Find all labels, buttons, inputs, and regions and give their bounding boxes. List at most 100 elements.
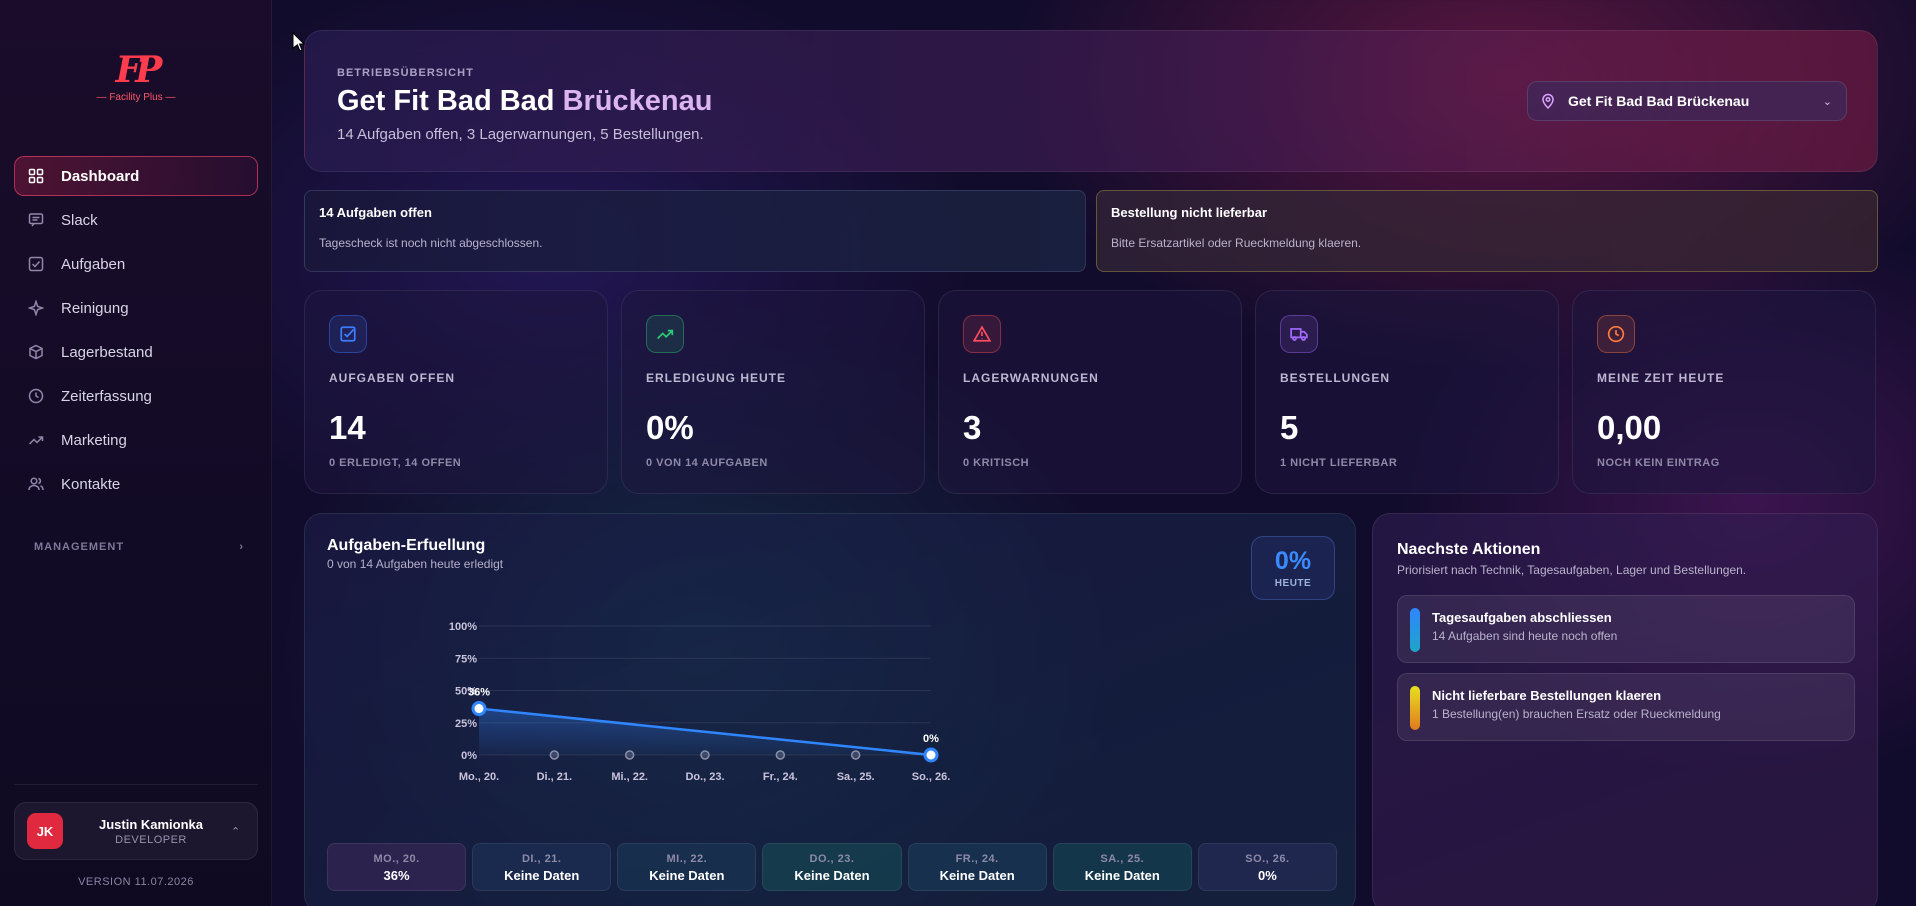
trend-icon: [27, 431, 45, 449]
x-tick-label: Mi., 22.: [611, 771, 648, 783]
day-value: Keine Daten: [939, 868, 1015, 883]
sidebar-item-kontakte[interactable]: Kontakte: [14, 464, 258, 504]
day-cell[interactable]: DO., 23. Keine Daten: [762, 843, 902, 891]
day-name: MO., 20.: [373, 853, 420, 865]
sidebar-item-label: Reinigung: [61, 299, 129, 317]
stat-label: AUFGABEN OFFEN: [329, 371, 455, 385]
location-pin-icon: [1540, 93, 1556, 110]
page-header: BETRIEBSÜBERSICHT Get Fit Bad Bad Brücke…: [304, 30, 1878, 172]
stat-sub: 0 ERLEDIGT, 14 OFFEN: [329, 457, 462, 469]
location-select[interactable]: Get Fit Bad Bad Brückenau ⌄: [1527, 81, 1847, 121]
day-cell[interactable]: DI., 21. Keine Daten: [472, 843, 612, 891]
data-point: [471, 701, 487, 717]
page-subtitle: 14 Aufgaben offen, 3 Lagerwarnungen, 5 B…: [337, 126, 704, 143]
stat-card-my-time-today[interactable]: MEINE ZEIT HEUTE 0,00 NOCH KEIN EINTRAG: [1572, 290, 1876, 494]
sidebar: FP — Facility Plus — Dashboard Slack Auf…: [0, 0, 272, 906]
sidebar-item-aufgaben[interactable]: Aufgaben: [14, 244, 258, 284]
day-name: SO., 26.: [1245, 853, 1290, 865]
user-menu[interactable]: JK Justin Kamionka DEVELOPER ⌃: [14, 802, 258, 860]
stat-card-orders[interactable]: BESTELLUNGEN 5 1 NICHT LIEFERBAR: [1255, 290, 1559, 494]
day-name: DI., 21.: [521, 853, 562, 865]
alert-title: Bestellung nicht lieferbar: [1111, 205, 1268, 220]
sidebar-item-label: Dashboard: [61, 167, 140, 185]
day-name: FR., 24.: [955, 853, 999, 865]
empty-data-point: [549, 750, 560, 760]
avatar: JK: [27, 813, 63, 849]
sidebar-item-reinigung[interactable]: Reinigung: [14, 288, 258, 328]
day-value: 36%: [383, 868, 410, 883]
warning-icon: [963, 315, 1001, 353]
y-tick-label: 25%: [455, 718, 477, 730]
today-value: 0%: [1274, 547, 1312, 575]
alert-title: 14 Aufgaben offen: [319, 205, 432, 220]
stat-label: MEINE ZEIT HEUTE: [1597, 371, 1725, 385]
x-tick-label: Mo., 20.: [459, 771, 499, 783]
day-cell[interactable]: FR., 24. Keine Daten: [907, 843, 1047, 891]
alert-text: Bitte Ersatzartikel oder Rueckmeldung kl…: [1111, 236, 1362, 250]
x-tick-label: Di., 21.: [537, 771, 572, 783]
stat-card-completion-today[interactable]: ERLEDIGUNG HEUTE 0% 0 VON 14 AUFGABEN: [621, 290, 925, 494]
stat-card-stock-warnings[interactable]: LAGERWARNUNGEN 3 0 KRITISCH: [938, 290, 1242, 494]
priority-bar: [1410, 608, 1420, 652]
brand-logo[interactable]: FP — Facility Plus —: [88, 50, 184, 110]
alert-open-tasks[interactable]: 14 Aufgaben offen Tagescheck ist noch ni…: [304, 190, 1086, 272]
users-icon: [27, 475, 45, 493]
logo-text: — Facility Plus —: [96, 92, 176, 103]
sidebar-item-dashboard[interactable]: Dashboard: [14, 156, 258, 196]
action-text: 1 Bestellung(en) brauchen Ersatz oder Ru…: [1432, 707, 1721, 721]
truck-icon: [1280, 315, 1318, 353]
alert-order-unavailable[interactable]: Bestellung nicht lieferbar Bitte Ersatza…: [1096, 190, 1878, 272]
sidebar-item-label: Zeiterfassung: [61, 387, 152, 405]
chart-title: Aufgaben-Erfuellung: [327, 537, 486, 554]
sidebar-item-zeiterfassung[interactable]: Zeiterfassung: [14, 376, 258, 416]
action-item-resolve-orders[interactable]: Nicht lieferbare Bestellungen klaeren 1 …: [1397, 673, 1855, 741]
sidebar-item-lagerbestand[interactable]: Lagerbestand: [14, 332, 258, 372]
data-label: 36%: [468, 687, 490, 699]
stat-sub: 0 KRITISCH: [963, 457, 1030, 469]
action-title: Nicht lieferbare Bestellungen klaeren: [1432, 688, 1662, 703]
today-label: HEUTE: [1274, 578, 1312, 589]
action-title: Tagesaufgaben abschliessen: [1432, 610, 1612, 625]
day-name: MI., 22.: [666, 853, 708, 865]
user-name: Justin Kamionka: [98, 816, 204, 832]
priority-bar: [1410, 686, 1420, 730]
next-actions-panel: Naechste Aktionen Priorisiert nach Techn…: [1372, 513, 1878, 906]
today-badge: 0% HEUTE: [1251, 536, 1335, 600]
box-icon: [27, 343, 45, 361]
sidebar-item-label: Slack: [61, 211, 98, 229]
day-cell[interactable]: SA., 25. Keine Daten: [1052, 843, 1192, 891]
logo-mark: FP: [115, 49, 163, 91]
checkbox-icon: [27, 255, 45, 273]
stat-value: 0,00: [1597, 409, 1662, 446]
chevron-up-icon: ⌃: [231, 825, 241, 838]
day-value: Keine Daten: [1084, 868, 1160, 883]
page-title-main: Get Fit Bad Bad: [337, 85, 555, 117]
y-tick-label: 75%: [455, 653, 477, 665]
sidebar-item-label: Marketing: [61, 431, 127, 449]
stat-card-open-tasks[interactable]: AUFGABEN OFFEN 14 0 ERLEDIGT, 14 OFFEN: [304, 290, 608, 494]
sidebar-divider: [14, 784, 258, 785]
actions-title: Naechste Aktionen: [1397, 541, 1541, 558]
stat-sub: 0 VON 14 AUFGABEN: [646, 457, 768, 469]
action-item-complete-tasks[interactable]: Tagesaufgaben abschliessen 14 Aufgaben s…: [1397, 595, 1855, 663]
sidebar-item-marketing[interactable]: Marketing: [14, 420, 258, 460]
day-cell[interactable]: SO., 26. 0%: [1197, 843, 1337, 891]
x-tick-label: Fr., 24.: [763, 771, 798, 783]
section-label: MANAGEMENT: [34, 541, 125, 553]
day-summary-row: MO., 20. 36% DI., 21. Keine Daten MI., 22.…: [327, 843, 1337, 891]
day-cell[interactable]: MO., 20. 36%: [327, 843, 467, 891]
alert-text: Tagescheck ist noch nicht abgeschlossen.: [319, 236, 543, 250]
day-value: Keine Daten: [649, 868, 725, 883]
actions-subtitle: Priorisiert nach Technik, Tagesaufgaben,…: [1397, 563, 1747, 577]
clock-icon: [27, 387, 45, 405]
y-tick-label: 100%: [449, 621, 477, 633]
mouse-cursor-icon: [292, 32, 306, 52]
x-tick-label: Do., 23.: [685, 771, 724, 783]
chevron-down-icon: ⌄: [1822, 95, 1832, 108]
page-title: Get Fit Bad Bad Brückenau: [337, 85, 712, 118]
day-cell[interactable]: MI., 22. Keine Daten: [617, 843, 757, 891]
page-title-accent: Brückenau: [562, 85, 713, 117]
sidebar-item-slack[interactable]: Slack: [14, 200, 258, 240]
empty-data-point: [700, 750, 710, 760]
management-section-toggle[interactable]: MANAGEMENT ›: [34, 541, 244, 553]
